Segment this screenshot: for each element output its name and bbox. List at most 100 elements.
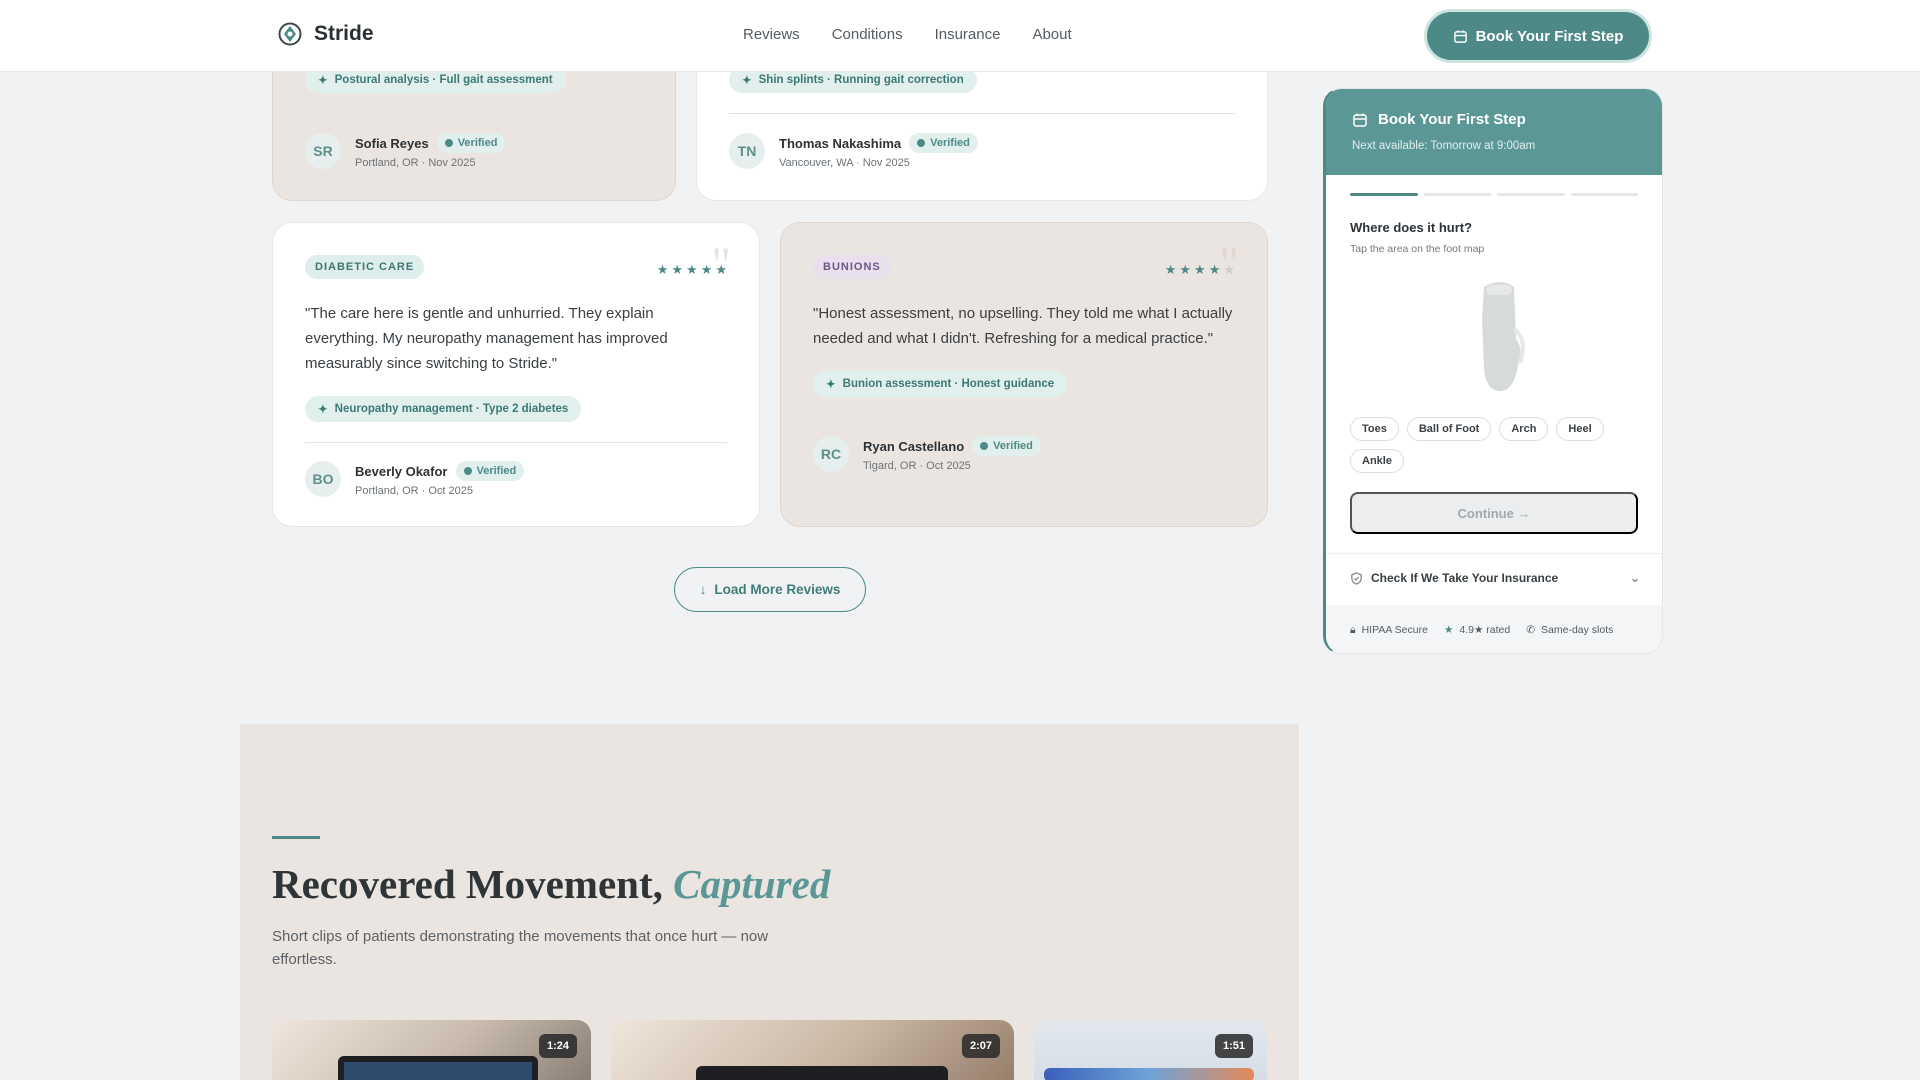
- review-card: BUNIONS " ★ ★ ★ ★ ★ "Honest assessment, …: [780, 222, 1268, 527]
- video-thumbnail[interactable]: 1:24: [272, 1020, 591, 1080]
- verified-dot-icon: [444, 139, 453, 147]
- verified-badge: Verified: [909, 133, 978, 153]
- section-description: Short clips of patients demonstrating th…: [272, 928, 769, 968]
- calendar-icon: [1453, 29, 1467, 43]
- insurance-check-label: Check If We Take Your Insurance: [1371, 571, 1559, 585]
- insurance-check-toggle[interactable]: Check If We Take Your Insurance ⌄: [1350, 571, 1640, 585]
- avatar: TN: [729, 133, 765, 169]
- calendar-icon: [1353, 113, 1367, 127]
- verified-dot-icon: [463, 467, 472, 475]
- brand-logo-icon: [278, 22, 302, 46]
- section-title-highlight: Captured: [673, 861, 831, 907]
- widget-title: Book Your First Step: [1378, 111, 1526, 128]
- video-duration: 1:24: [538, 1034, 577, 1058]
- progress-step: [1423, 193, 1491, 196]
- next-available-text: Next available: Tomorrow at 9:00am: [1352, 140, 1536, 152]
- star-icon: ★: [700, 262, 713, 277]
- foot-part-ball-of-foot[interactable]: Ball of Foot: [1406, 417, 1492, 441]
- reviewer-name: Sofia Reyes: [355, 135, 429, 151]
- review-quote: "The care here is gentle and unhurried. …: [305, 305, 668, 372]
- laptop-image: [696, 1066, 948, 1080]
- reviewer: BO Beverly Okafor Verified Portland, OR …: [305, 461, 727, 497]
- rating-stars: ★ ★ ★ ★ ★: [1165, 263, 1235, 276]
- nav-link-reviews[interactable]: Reviews: [743, 26, 800, 43]
- verified-dot-icon: [917, 139, 926, 147]
- avatar: SR: [305, 133, 341, 169]
- star-icon: ★: [656, 262, 669, 277]
- phone-icon: ✆: [1526, 624, 1536, 636]
- video-duration: 2:07: [961, 1034, 1000, 1058]
- category-badge: BUNIONS: [813, 255, 891, 279]
- card-divider: [813, 417, 1235, 418]
- book-first-step-button[interactable]: Book Your First Step: [1427, 12, 1649, 60]
- reviewer-location: Portland, OR · Oct 2025: [355, 485, 473, 497]
- reviewer-name: Ryan Castellano: [863, 438, 965, 454]
- star-icon: ★: [1179, 262, 1192, 277]
- sparkle-icon: ✦: [318, 404, 328, 416]
- trust-item: ✆ Same-day slots: [1526, 624, 1614, 636]
- sparkle-icon: ✦: [826, 379, 836, 391]
- video-duration: 1:51: [1214, 1034, 1253, 1058]
- widget-divider: [1326, 553, 1662, 554]
- star-icon: ★: [1208, 262, 1221, 277]
- website-preview-image: [1044, 1068, 1254, 1080]
- trust-item: ★ 4.9★ rated: [1443, 624, 1511, 636]
- reviewer: TN Thomas Nakashima Verified Vancouver, …: [729, 133, 978, 169]
- load-more-reviews-button[interactable]: ↓ Load More Reviews: [674, 567, 866, 612]
- video-thumbnail[interactable]: 1:51: [1034, 1020, 1267, 1080]
- star-icon: ★: [1164, 262, 1177, 277]
- step-progress: [1326, 175, 1662, 196]
- lock-icon: 🔒︎: [1350, 623, 1356, 636]
- card-divider: [729, 113, 1235, 114]
- nav-link-about[interactable]: About: [1032, 26, 1071, 43]
- trust-item: 🔒︎ HIPAA Secure: [1350, 623, 1428, 637]
- reviewer: RC Ryan Castellano Verified Tigard, OR ·…: [813, 436, 1235, 472]
- treatment-tag: ✦ Bunion assessment · Honest guidance: [813, 371, 1068, 397]
- avatar: BO: [305, 461, 341, 497]
- laptop-image: [338, 1056, 538, 1080]
- sparkle-icon: ✦: [742, 75, 752, 87]
- verified-badge: Verified: [972, 436, 1041, 456]
- arrow-down-icon: ↓: [699, 582, 707, 597]
- progress-step: [1350, 193, 1418, 196]
- widget-trust-footer: 🔒︎ HIPAA Secure ★ 4.9★ rated ✆ Same-day slo…: [1326, 605, 1662, 653]
- foot-part-options: Toes Ball of Foot Arch Heel Ankle: [1350, 417, 1640, 473]
- star-icon: ★: [671, 262, 684, 277]
- video-thumbnail[interactable]: 2:07: [611, 1020, 1014, 1080]
- section-accent-line: [272, 836, 320, 839]
- recovered-movement-section: Recovered Movement, Captured Short clips…: [240, 724, 1299, 1080]
- verified-dot-icon: [980, 442, 989, 450]
- nav-link-conditions[interactable]: Conditions: [832, 26, 903, 43]
- pain-question: Where does it hurt?: [1350, 220, 1473, 235]
- star-icon: ★: [686, 262, 698, 277]
- reviewer-location: Tigard, OR · Oct 2025: [863, 460, 971, 472]
- reviewer-location: Vancouver, WA · Nov 2025: [779, 157, 910, 169]
- nav-link-insurance[interactable]: Insurance: [935, 26, 1001, 43]
- foot-part-heel[interactable]: Heel: [1556, 417, 1604, 441]
- avatar: RC: [813, 436, 849, 472]
- foot-part-toes[interactable]: Toes: [1350, 417, 1399, 441]
- review-card: DIABETIC CARE " ★ ★ ★ ★ ★ "The care here…: [272, 222, 760, 527]
- widget-header: Book Your First Step Next available: Tom…: [1326, 89, 1662, 175]
- chevron-down-icon: ⌄: [1629, 571, 1640, 585]
- book-first-step-label: Book Your First Step: [1475, 27, 1624, 45]
- top-navigation-bar: Stride Reviews Conditions Insurance Abou…: [0, 0, 1920, 72]
- rating-stars: ★ ★ ★ ★ ★: [657, 263, 727, 276]
- section-title: Recovered Movement, Captured: [272, 861, 831, 907]
- reviewer: SR Sofia Reyes Verified Portland, OR · N…: [305, 133, 506, 169]
- sparkle-icon: ✦: [318, 75, 328, 87]
- brand-logo[interactable]: Stride: [278, 22, 374, 46]
- foot-map-hint: Tap the area on the foot map: [1350, 243, 1485, 255]
- shield-icon: [1351, 571, 1362, 585]
- foot-part-ankle[interactable]: Ankle: [1350, 449, 1404, 473]
- foot-part-arch[interactable]: Arch: [1499, 417, 1549, 441]
- treatment-tag: ✦ Neuropathy management · Type 2 diabete…: [305, 396, 582, 422]
- star-icon: ★: [1443, 624, 1454, 636]
- progress-step: [1497, 193, 1565, 196]
- card-divider: [305, 442, 727, 443]
- star-icon: ★: [1194, 262, 1206, 277]
- foot-map[interactable]: [1468, 279, 1532, 395]
- star-empty-icon: ★: [1223, 262, 1235, 277]
- review-quote: "Honest assessment, no upselling. They t…: [813, 305, 1233, 347]
- continue-button[interactable]: Continue →: [1350, 492, 1638, 534]
